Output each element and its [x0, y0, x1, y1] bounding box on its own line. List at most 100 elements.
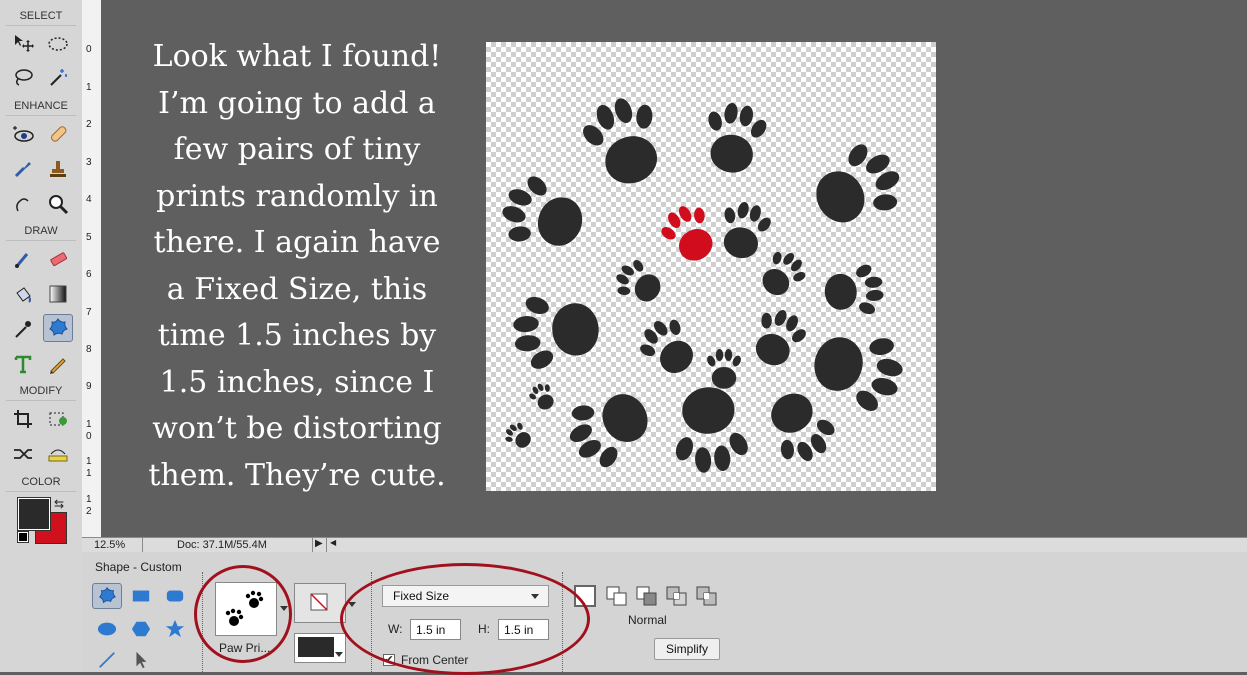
- eraser-tool[interactable]: [43, 245, 73, 273]
- section-enhance-label: ENHANCE: [14, 100, 68, 112]
- shape-selection-button[interactable]: [126, 647, 156, 673]
- ruler-tick: 1: [86, 82, 92, 93]
- add-to-shape-button[interactable]: [606, 586, 628, 611]
- magic-wand-icon: [50, 69, 67, 86]
- rounded-rectangle-button[interactable]: [160, 583, 190, 609]
- recompose-tool[interactable]: [43, 405, 73, 433]
- section-draw-label: DRAW: [24, 225, 58, 237]
- exclude-shape-icon: [696, 586, 717, 606]
- paw-print: [754, 380, 845, 473]
- custom-shape-button[interactable]: [92, 583, 122, 609]
- red-eye-tool[interactable]: [8, 120, 38, 148]
- custom-shape-tool[interactable]: [43, 314, 73, 342]
- mode-label: Normal: [628, 613, 667, 627]
- move-tool[interactable]: [8, 30, 38, 58]
- lasso-icon: [15, 69, 33, 86]
- intersect-shape-button[interactable]: [666, 586, 688, 611]
- ruler-tick: 7: [86, 307, 92, 318]
- brush-tool[interactable]: [8, 245, 38, 273]
- lasso-tool[interactable]: [8, 63, 38, 91]
- finger-icon: [16, 198, 29, 212]
- subtract-from-shape-button[interactable]: [636, 586, 658, 611]
- paw-print: [608, 253, 669, 313]
- caption-line: Look what I found!: [152, 39, 442, 74]
- ellipse-button[interactable]: [92, 616, 122, 642]
- magic-wand-tool[interactable]: [43, 63, 73, 91]
- shape-color-button[interactable]: [294, 633, 346, 663]
- rectangle-button[interactable]: [126, 583, 156, 609]
- intersect-shape-icon: [666, 586, 687, 606]
- paw-prints-artwork: [493, 88, 914, 480]
- eye-icon: [13, 126, 34, 142]
- ruler-tick: 0: [86, 44, 92, 55]
- caption-line: won’t be distorting: [152, 411, 442, 446]
- custom-shape-icon: [49, 318, 68, 336]
- ruler-tick: 3: [86, 157, 92, 168]
- zoom-tool[interactable]: [43, 190, 73, 218]
- scroll-left-icon[interactable]: ◀: [330, 538, 336, 547]
- line-button[interactable]: [92, 647, 122, 673]
- crop-tool[interactable]: [8, 405, 38, 433]
- marquee-tool[interactable]: [43, 30, 73, 58]
- eyedropper-icon: [15, 321, 31, 338]
- paint-bucket-tool[interactable]: [8, 280, 38, 308]
- content-aware-move-tool[interactable]: [8, 440, 38, 468]
- elliptical-marquee-icon: [48, 37, 68, 51]
- arrow-pointer-icon: [136, 651, 147, 669]
- caption-line: time 1.5 inches by: [157, 318, 437, 353]
- brush-icon: [15, 253, 29, 268]
- polygon-icon: [131, 621, 151, 637]
- ruler-tick: 1 0: [86, 419, 92, 442]
- zoom-level[interactable]: 12.5%: [94, 539, 125, 551]
- smart-brush-tool[interactable]: [8, 155, 38, 183]
- pencil-icon: [50, 358, 66, 374]
- ruler-tick: 5: [86, 232, 92, 243]
- toolbox: SELECT ENHANCE DRAW MODIFY COLOR ⇆: [0, 0, 83, 672]
- caption-line: prints randomly in: [156, 178, 438, 214]
- foreground-color-swatch[interactable]: [17, 497, 51, 531]
- gradient-tool[interactable]: [43, 280, 73, 308]
- caption-line: few pairs of tiny: [173, 132, 421, 167]
- simplify-button[interactable]: Simplify: [654, 638, 720, 660]
- swap-colors-icon[interactable]: ⇆: [54, 497, 64, 511]
- caption-line: a Fixed Size, this: [166, 271, 428, 307]
- color-dropdown-icon[interactable]: [335, 652, 343, 657]
- stamp-icon: [50, 161, 66, 177]
- shape-style-button[interactable]: [294, 583, 346, 623]
- document-canvas[interactable]: [486, 42, 936, 491]
- default-colors-icon[interactable]: [17, 531, 29, 543]
- straighten-tool[interactable]: [43, 440, 73, 468]
- shape-color-swatch: [298, 637, 334, 657]
- magnifier-icon: [49, 195, 69, 215]
- type-tool[interactable]: [8, 350, 38, 378]
- straighten-icon: [48, 449, 68, 462]
- eyedropper-tool[interactable]: [8, 315, 38, 343]
- type-icon: [14, 355, 32, 374]
- sponge-tool[interactable]: [8, 190, 38, 218]
- paw-print: [493, 166, 594, 264]
- section-color-label: COLOR: [21, 476, 61, 488]
- exclude-shape-button[interactable]: [696, 586, 718, 611]
- caption-line: them. They’re cute.: [148, 457, 446, 493]
- pencil-tool[interactable]: [43, 350, 73, 378]
- vertical-ruler: 0 1 2 3 4 5 6 7 8 9 1 0 1 1 1 2: [82, 0, 102, 537]
- status-menu-arrow-icon[interactable]: ▶: [315, 538, 323, 549]
- ellipse-icon: [97, 622, 117, 636]
- subtract-shape-icon: [636, 586, 657, 606]
- recompose-icon: [49, 412, 67, 426]
- status-bar: 12.5% Doc: 37.1M/55.4M ▶ ◀: [82, 537, 1247, 553]
- paw-print: [804, 318, 911, 420]
- paw-print: [822, 261, 886, 321]
- paint-bucket-icon: [16, 287, 31, 303]
- healing-brush-tool[interactable]: [43, 120, 73, 148]
- eraser-icon: [50, 252, 68, 267]
- star-button[interactable]: [160, 616, 190, 642]
- ruler-tick: 4: [86, 194, 92, 205]
- shuffle-icon: [14, 449, 32, 459]
- ruler-tick: 6: [86, 269, 92, 280]
- paw-print: [525, 379, 560, 415]
- crop-icon: [14, 410, 32, 428]
- ruler-tick: 1 1: [86, 456, 92, 479]
- clone-stamp-tool[interactable]: [43, 155, 73, 183]
- polygon-button[interactable]: [126, 616, 156, 642]
